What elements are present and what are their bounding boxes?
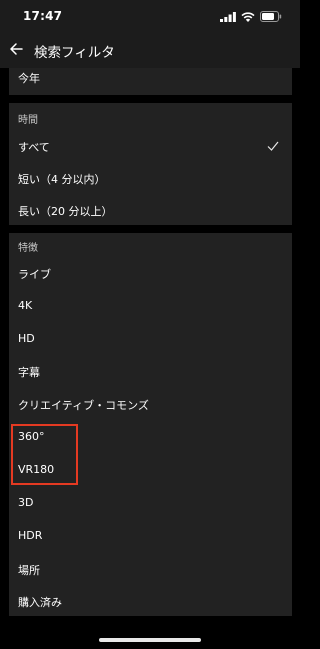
filter-option-hd[interactable]: HD	[9, 323, 292, 355]
filter-option-subtitles[interactable]: 字幕	[9, 355, 292, 387]
filter-option-hdr[interactable]: HDR	[9, 520, 292, 552]
status-icons	[220, 11, 282, 22]
wifi-icon	[241, 11, 255, 22]
filter-option-live[interactable]: ライブ	[9, 257, 292, 289]
status-time: 17:47	[23, 9, 63, 23]
section-heading: 特徴	[18, 243, 38, 254]
filter-option-long[interactable]: 長い（20 分以上）	[9, 194, 292, 226]
duration-section: 時間 すべて 短い（4 分以内） 長い（20 分以上）	[9, 103, 292, 225]
home-indicator	[99, 638, 201, 642]
signal-icon	[220, 11, 236, 22]
filter-option-creative-commons[interactable]: クリエイティブ・コモンズ	[9, 388, 292, 420]
filter-option-4k[interactable]: 4K	[9, 290, 292, 322]
filter-option-short[interactable]: 短い（4 分以内）	[9, 162, 292, 194]
upload-date-section: 今年	[9, 68, 292, 95]
back-arrow-icon[interactable]	[8, 41, 24, 57]
highlight-box	[11, 424, 78, 485]
filter-option-purchased[interactable]: 購入済み	[9, 585, 292, 617]
page-title: 検索フィルタ	[34, 45, 115, 61]
filter-option-this-year[interactable]: 今年	[9, 61, 292, 93]
filter-option-all[interactable]: すべて	[9, 130, 292, 162]
section-heading: 時間	[18, 115, 38, 126]
checkmark-icon	[267, 141, 279, 151]
filter-option-location[interactable]: 場所	[9, 553, 292, 585]
status-bar: 17:47	[0, 0, 300, 32]
filter-option-3d[interactable]: 3D	[9, 487, 292, 519]
battery-icon	[260, 11, 282, 22]
